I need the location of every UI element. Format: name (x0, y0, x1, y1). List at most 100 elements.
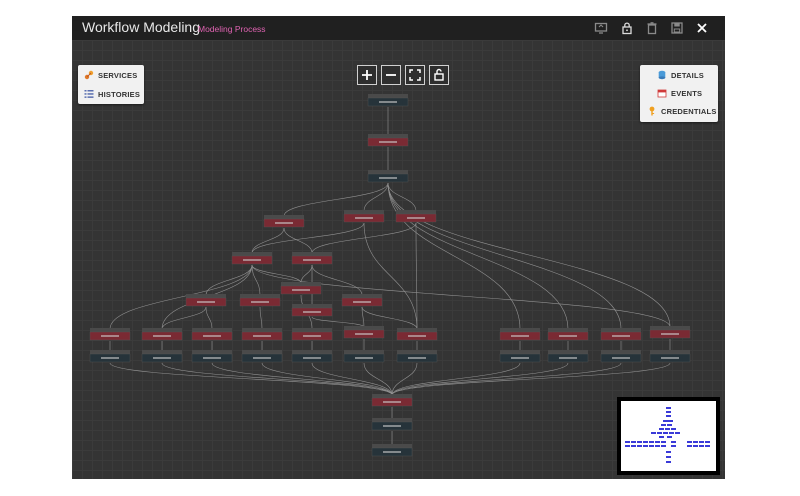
services-icon (84, 70, 94, 80)
graph-edge (391, 362, 622, 396)
workflow-node[interactable] (89, 328, 131, 341)
key-icon (649, 106, 655, 116)
graph-edge (387, 182, 521, 330)
histories-icon (84, 90, 94, 98)
workflow-node[interactable] (547, 328, 589, 341)
minimap-node (687, 441, 692, 443)
graph-edge (161, 306, 207, 330)
minimap-node (649, 445, 654, 447)
plus-icon (362, 70, 372, 80)
minimap-node (666, 415, 671, 417)
zoom-in-button[interactable] (357, 65, 377, 85)
workflow-node[interactable] (547, 350, 589, 363)
services-button[interactable]: SERVICES (84, 67, 137, 83)
minimap-node (671, 428, 676, 430)
workflow-node[interactable] (343, 326, 385, 339)
minimap-node (666, 411, 671, 413)
calendar-icon (657, 89, 667, 98)
left-panel: SERVICES HISTORIES (78, 65, 144, 104)
minimap-node (687, 445, 692, 447)
minimap-node (699, 441, 704, 443)
minimap-node (637, 441, 642, 443)
minimap-node (665, 428, 670, 430)
minimap-node (651, 432, 656, 434)
graph-edge (415, 222, 418, 330)
workflow-node[interactable] (649, 350, 691, 363)
close-icon[interactable] (695, 21, 709, 35)
workflow-node[interactable] (371, 418, 413, 431)
workflow-node[interactable] (89, 350, 131, 363)
fit-screen-button[interactable] (405, 65, 425, 85)
workflow-node[interactable] (341, 294, 383, 307)
lock-icon[interactable] (620, 21, 634, 35)
workflow-node[interactable] (239, 294, 281, 307)
graph-edge (251, 222, 365, 254)
zoom-out-button[interactable] (381, 65, 401, 85)
graph-edge (261, 362, 393, 396)
services-label: SERVICES (98, 70, 138, 80)
graph-edge (283, 227, 313, 254)
graph-edge (361, 306, 418, 330)
events-label: EVENTS (671, 88, 703, 98)
credentials-button[interactable]: CREDENTIALS (647, 103, 717, 119)
workflow-node[interactable] (291, 350, 333, 363)
workflow-node[interactable] (600, 350, 642, 363)
graph-nodes (89, 94, 691, 457)
histories-button[interactable]: HISTORIES (84, 86, 140, 102)
monitor-icon[interactable] (594, 21, 608, 35)
details-label: DETAILS (671, 70, 704, 80)
workflow-node[interactable] (600, 328, 642, 341)
workflow-node[interactable] (371, 394, 413, 407)
workflow-node[interactable] (499, 328, 541, 341)
trash-icon[interactable] (645, 21, 659, 35)
workflow-node[interactable] (141, 350, 183, 363)
workflow-node[interactable] (241, 350, 283, 363)
minimap-node (666, 456, 671, 458)
unlock-icon (434, 68, 444, 81)
workflow-node[interactable] (191, 350, 233, 363)
workflow-node[interactable] (263, 215, 305, 228)
minimap-node (663, 432, 668, 434)
workflow-node[interactable] (185, 294, 227, 307)
graph-edge (251, 227, 285, 254)
window-title: Workflow Modeling (82, 19, 201, 35)
minimap-nodes (625, 407, 710, 463)
histories-label: HISTORIES (98, 89, 141, 99)
graph-edge (387, 182, 569, 330)
graph-edge (391, 362, 418, 396)
workflow-node[interactable] (367, 94, 409, 107)
workflow-node[interactable] (396, 328, 438, 341)
save-icon[interactable] (670, 21, 684, 35)
workflow-node[interactable] (367, 170, 409, 183)
workflow-node[interactable] (231, 252, 273, 265)
workflow-node[interactable] (371, 444, 413, 457)
minimap-node (668, 420, 673, 422)
workflow-node[interactable] (291, 252, 333, 265)
graph-edge (391, 362, 569, 396)
events-button[interactable]: EVENTS (657, 85, 702, 101)
workflow-node[interactable] (291, 304, 333, 317)
workflow-node[interactable] (280, 282, 322, 295)
window-subtitle: Modeling Process (198, 24, 266, 34)
minimap-node (666, 451, 671, 453)
workflow-node[interactable] (499, 350, 541, 363)
workflow-node[interactable] (649, 326, 691, 339)
minimap-viewport (621, 401, 716, 471)
workflow-node[interactable] (291, 328, 333, 341)
workflow-node[interactable] (343, 210, 385, 223)
minimap-node (671, 441, 676, 443)
workflow-node[interactable] (396, 350, 438, 363)
workflow-node[interactable] (343, 350, 385, 363)
minimap-node (637, 445, 642, 447)
workflow-node[interactable] (141, 328, 183, 341)
workflow-node[interactable] (395, 210, 437, 223)
minimap[interactable] (617, 397, 720, 475)
minimap-node (666, 407, 671, 409)
workflow-node[interactable] (191, 328, 233, 341)
graph-edge (363, 222, 418, 330)
minimap-node (705, 445, 710, 447)
workflow-node[interactable] (241, 328, 283, 341)
unlock-button[interactable] (429, 65, 449, 85)
workflow-node[interactable] (367, 134, 409, 147)
details-button[interactable]: DETAILS (657, 67, 704, 83)
